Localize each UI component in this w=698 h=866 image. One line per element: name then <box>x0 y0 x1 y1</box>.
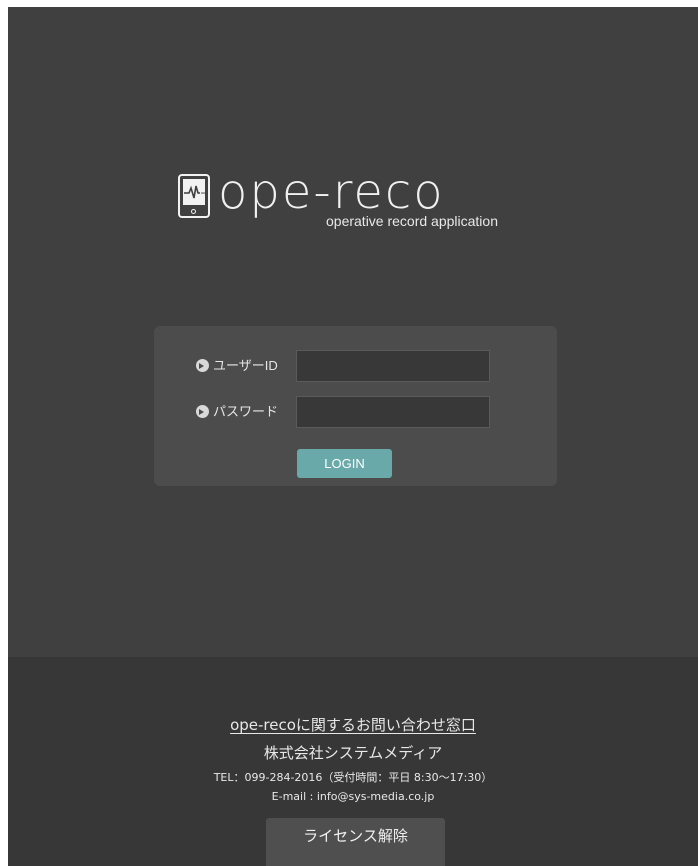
circle-arrow-right-icon <box>196 405 209 418</box>
license-release-button[interactable]: ライセンス解除 <box>266 818 445 866</box>
password-label: パスワード <box>213 404 279 419</box>
circle-arrow-right-icon <box>196 359 209 372</box>
user-id-label: ユーザーID <box>213 358 278 373</box>
login-panel: ユーザーID パスワード LOGIN <box>154 326 557 486</box>
user-id-row: ユーザーID <box>196 350 536 382</box>
main-area: ope-reco operative record application ユー… <box>8 7 698 657</box>
password-input[interactable] <box>296 396 490 428</box>
contact-link[interactable]: ope-recoに関するお問い合わせ窓口 <box>8 715 698 735</box>
app-screen: ope-reco operative record application ユー… <box>8 7 698 866</box>
password-row: パスワード <box>196 396 536 428</box>
user-id-input[interactable] <box>296 350 490 382</box>
app-tagline: operative record application <box>326 213 498 229</box>
tel-info: TEL：099-284-2016（受付時間：平日 8:30〜17:30） <box>213 771 493 784</box>
company-name: 株式会社システムメディア <box>263 744 443 762</box>
email-info: E-mail : info@sys-media.co.jp <box>271 790 435 803</box>
app-logo: ope-reco operative record application <box>178 164 548 234</box>
login-button[interactable]: LOGIN <box>297 449 392 478</box>
footer: ope-recoに関するお問い合わせ窓口 株式会社システムメディア TEL：09… <box>8 657 698 866</box>
tablet-heartbeat-icon <box>178 174 210 218</box>
